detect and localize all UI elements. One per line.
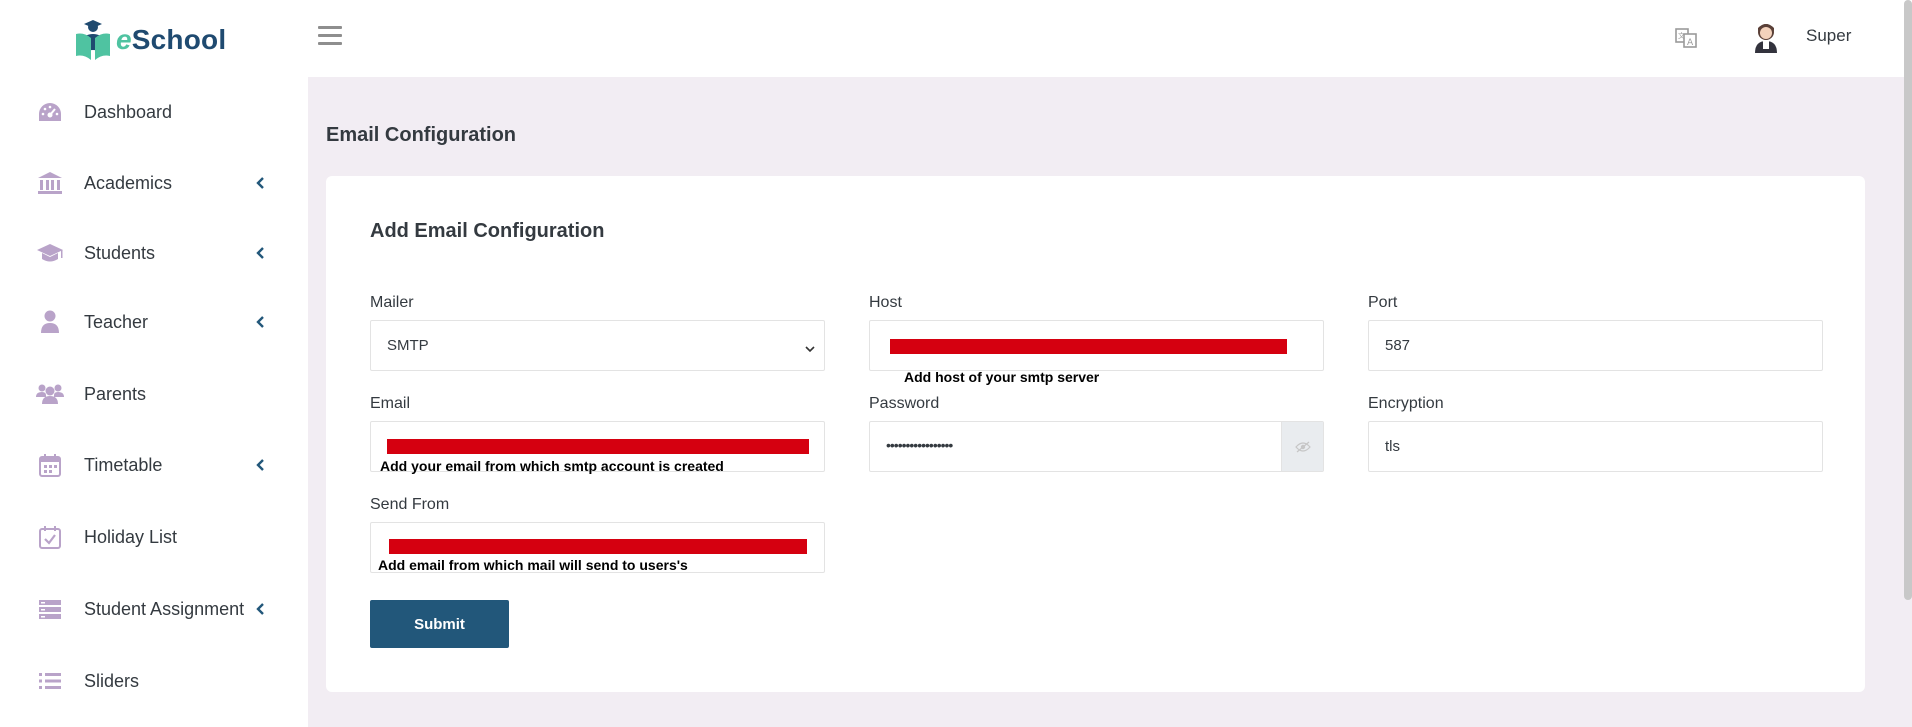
language-translate-icon[interactable]: A文	[1674, 26, 1698, 50]
sidebar-item-timetable[interactable]: Timetable	[0, 439, 308, 491]
sidebar-item-label: Sliders	[84, 670, 140, 691]
chevron-left-icon	[250, 599, 270, 619]
calendar-check-icon	[36, 524, 64, 550]
redaction-bar	[389, 539, 807, 554]
list-icon	[36, 668, 64, 694]
host-label: Host	[869, 294, 902, 311]
encryption-input[interactable]: tls	[1368, 421, 1823, 472]
chevron-left-icon	[250, 243, 270, 263]
svg-text:文: 文	[1678, 31, 1685, 40]
eye-icon[interactable]	[1281, 422, 1323, 471]
sidebar-item-label: Academics	[84, 172, 173, 193]
email-helper-text: Add your email from which smtp account i…	[380, 458, 724, 474]
mailer-select[interactable]: SMTP	[370, 320, 825, 371]
sidebar-item-label: Teacher	[84, 311, 149, 332]
host-input[interactable]	[869, 320, 1324, 371]
hamburger-menu-icon[interactable]	[318, 26, 342, 48]
sidebar-item-sliders[interactable]: Sliders	[0, 655, 308, 707]
sidebar-item-academics[interactable]: Academics	[0, 157, 308, 209]
submit-button[interactable]: Submit	[370, 600, 509, 648]
chevron-left-icon	[250, 173, 270, 193]
svg-text:A: A	[1687, 38, 1694, 48]
port-value: 587	[1385, 337, 1411, 354]
email-input[interactable]: Add your email from which smtp account i…	[370, 421, 825, 474]
password-input[interactable]: •••••••••••••••••	[869, 421, 1324, 472]
send-from-label: Send From	[370, 496, 450, 513]
chevron-left-icon	[250, 312, 270, 332]
sidebar-item-label: Parents	[84, 383, 147, 404]
sidebar-item-label: Holiday List	[84, 526, 178, 547]
user-avatar[interactable]	[1751, 22, 1781, 54]
chevron-down-icon	[804, 341, 816, 353]
send-from-input[interactable]: Add email from which mail will send to u…	[370, 522, 825, 573]
user-name[interactable]: Super	[1806, 26, 1851, 46]
sidebar-item-student-assignment[interactable]: Student Assignment	[0, 583, 308, 635]
sidebar-item-label: Timetable	[84, 454, 163, 475]
graduation-cap-icon	[36, 240, 64, 266]
stack-icon	[36, 596, 64, 622]
sidebar: eSchool Dashboard Academics Students Tea…	[0, 0, 308, 727]
encryption-label: Encryption	[1368, 395, 1444, 412]
brand-logo[interactable]: eSchool	[72, 16, 226, 64]
email-config-card: Add Email Configuration Mailer SMTP Host…	[326, 176, 1865, 692]
host-helper-text: Add host of your smtp server	[904, 369, 1100, 385]
redaction-bar	[890, 339, 1287, 354]
send-from-helper-text: Add email from which mail will send to u…	[378, 557, 688, 573]
encryption-value: tls	[1385, 438, 1400, 455]
chevron-left-icon	[250, 455, 270, 475]
calendar-icon	[36, 452, 64, 478]
sidebar-item-dashboard[interactable]: Dashboard	[0, 86, 308, 138]
sidebar-item-students[interactable]: Students	[0, 227, 308, 279]
password-label: Password	[869, 395, 940, 412]
email-label: Email	[370, 395, 411, 412]
password-value: •••••••••••••••••	[886, 437, 953, 453]
sidebar-item-holiday-list[interactable]: Holiday List	[0, 511, 308, 563]
sidebar-item-teacher[interactable]: Teacher	[0, 296, 308, 348]
page-title: Email Configuration	[326, 124, 516, 146]
school-logo-icon	[76, 20, 110, 60]
redaction-bar	[387, 439, 809, 454]
dashboard-icon	[36, 99, 64, 125]
mailer-label: Mailer	[370, 294, 414, 311]
port-label: Port	[1368, 294, 1398, 311]
mailer-selected-value: SMTP	[387, 337, 429, 354]
users-icon	[36, 381, 64, 407]
port-input[interactable]: 587	[1368, 320, 1823, 371]
sidebar-item-label: Dashboard	[84, 101, 173, 122]
page-scrollbar[interactable]	[1904, 0, 1912, 600]
topbar: A文 Super	[308, 0, 1912, 77]
user-icon	[36, 309, 64, 335]
sidebar-item-label: Students	[84, 242, 156, 263]
form-title: Add Email Configuration	[370, 220, 605, 242]
sidebar-item-label: Student Assignment	[84, 598, 245, 619]
bank-icon	[36, 170, 64, 196]
sidebar-item-parents[interactable]: Parents	[0, 368, 308, 420]
brand-name: eSchool	[116, 24, 227, 55]
